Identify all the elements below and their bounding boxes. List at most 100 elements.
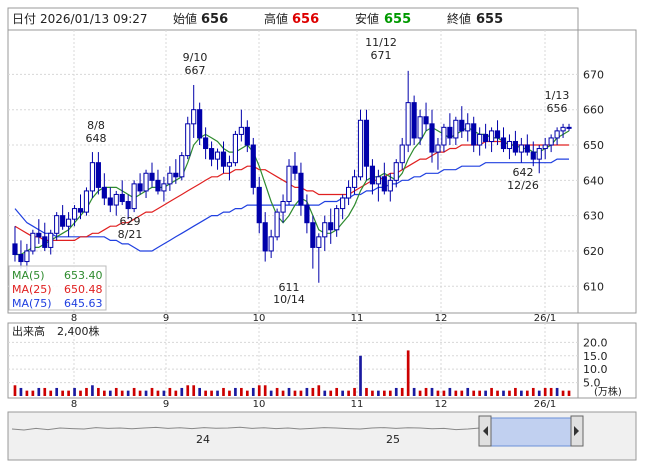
candle-body <box>232 133 238 164</box>
volume-bar <box>37 387 41 396</box>
volume-bar <box>19 387 23 396</box>
volume-bar <box>192 385 196 396</box>
volume-x-tick-label: 12 <box>435 399 448 410</box>
annotation-line1: 642 <box>513 166 534 179</box>
candle-body <box>42 236 48 248</box>
volume-bar <box>293 390 297 396</box>
candle-body <box>173 172 179 178</box>
candle-body <box>274 211 280 238</box>
date-value: 2026/01/13 09:27 <box>40 12 148 26</box>
volume-bar <box>245 390 249 396</box>
candle-body <box>220 151 227 167</box>
candle-body <box>477 133 483 146</box>
volume-bar <box>442 390 446 396</box>
candle-body <box>60 215 66 227</box>
annotation-line2: 10/14 <box>273 293 305 306</box>
low-value: 655 <box>384 12 411 27</box>
volume-bar <box>371 390 374 396</box>
volume-bar <box>460 390 464 396</box>
candle-body <box>101 186 107 199</box>
candle-body <box>453 119 459 139</box>
candle-body <box>548 137 554 146</box>
volume-bar <box>436 390 440 396</box>
volume-bar <box>537 390 541 396</box>
candle-body <box>506 140 513 150</box>
volume-bar <box>31 390 35 396</box>
candle-body <box>483 133 489 142</box>
candle-body <box>226 162 233 167</box>
annotation-line2: 648 <box>86 132 107 145</box>
volume-bar <box>341 390 344 396</box>
volume-bar <box>329 390 333 396</box>
candle-body <box>179 155 185 178</box>
annotation-line2: 12/26 <box>507 179 539 192</box>
volume-bar <box>472 390 476 396</box>
navigator-left-handle[interactable] <box>478 415 492 447</box>
close-value: 655 <box>476 12 503 27</box>
volume-bar <box>311 387 315 396</box>
volume-bar <box>150 387 154 396</box>
candle-body <box>465 123 471 132</box>
volume-bar <box>13 385 17 396</box>
candle-body <box>149 172 155 181</box>
navigator-right-handle[interactable] <box>570 415 584 447</box>
candle-body <box>500 137 507 150</box>
chart-canvas: 日付 2026/01/13 09:27 始値 656 高値 656 安値 655… <box>7 7 637 461</box>
candle-body <box>262 222 268 252</box>
volume-x-tick-label: 11 <box>351 399 364 410</box>
volume-bar <box>132 387 136 396</box>
volume-tick-label: 5.0 <box>583 377 601 390</box>
volume-bar <box>210 390 213 396</box>
volume-bar <box>79 390 82 396</box>
volume-tick-label: 20.0 <box>583 336 608 349</box>
candle-body <box>310 222 316 248</box>
candle-body <box>346 186 352 199</box>
candle-body <box>155 179 161 192</box>
annotation-line1: 8/8 <box>87 119 105 132</box>
candle-body <box>459 119 465 132</box>
volume-bar <box>478 390 481 396</box>
candle-body <box>411 102 417 139</box>
candle-body <box>36 232 42 238</box>
candle-body <box>328 222 334 231</box>
volume-bar <box>543 387 547 396</box>
volume-tick-label: 10.0 <box>583 363 608 376</box>
volume-bar <box>430 387 434 396</box>
candle-body <box>203 137 209 150</box>
candle-body <box>417 116 423 139</box>
candle-body <box>375 176 381 185</box>
candle-body <box>83 190 90 213</box>
ma5-label: MA(5) <box>12 269 45 282</box>
candle-body <box>131 183 137 210</box>
candle-body <box>471 123 477 146</box>
ma-legend: MA(5) 653.40 MA(25) 650.48 MA(75) 645.63 <box>8 265 107 311</box>
navigator-year-24: 24 <box>196 433 210 446</box>
candle-body <box>494 130 501 139</box>
volume-bar <box>55 387 59 396</box>
volume-bar <box>383 390 386 396</box>
candle-body <box>48 232 54 248</box>
volume-bar <box>531 387 535 396</box>
volume-x-ticks: 8 9 10 11 12 26/1 <box>71 399 556 410</box>
volume-bar <box>323 390 327 396</box>
candle-body <box>66 218 72 227</box>
volume-bar <box>180 387 184 396</box>
open-label: 始値 <box>173 11 197 26</box>
volume-bar <box>186 385 190 396</box>
candle-body <box>304 204 310 224</box>
volume-bar <box>567 390 571 396</box>
candle-body <box>322 222 328 238</box>
volume-bar <box>103 390 106 396</box>
ohlc-header: 日付 2026/01/13 09:27 始値 656 高値 656 安値 655… <box>7 7 579 31</box>
candle-body <box>244 126 250 146</box>
candle-body <box>530 151 536 160</box>
navigator-range-selection[interactable] <box>486 417 576 447</box>
volume-tick-label: 15.0 <box>583 350 608 363</box>
volume-bar <box>269 390 273 396</box>
volume-bar <box>263 385 267 396</box>
volume-bar <box>490 387 493 396</box>
high-value: 656 <box>292 12 319 27</box>
navigator-year-25: 25 <box>386 433 400 446</box>
volume-bar <box>174 390 178 396</box>
candle-body <box>316 236 322 248</box>
